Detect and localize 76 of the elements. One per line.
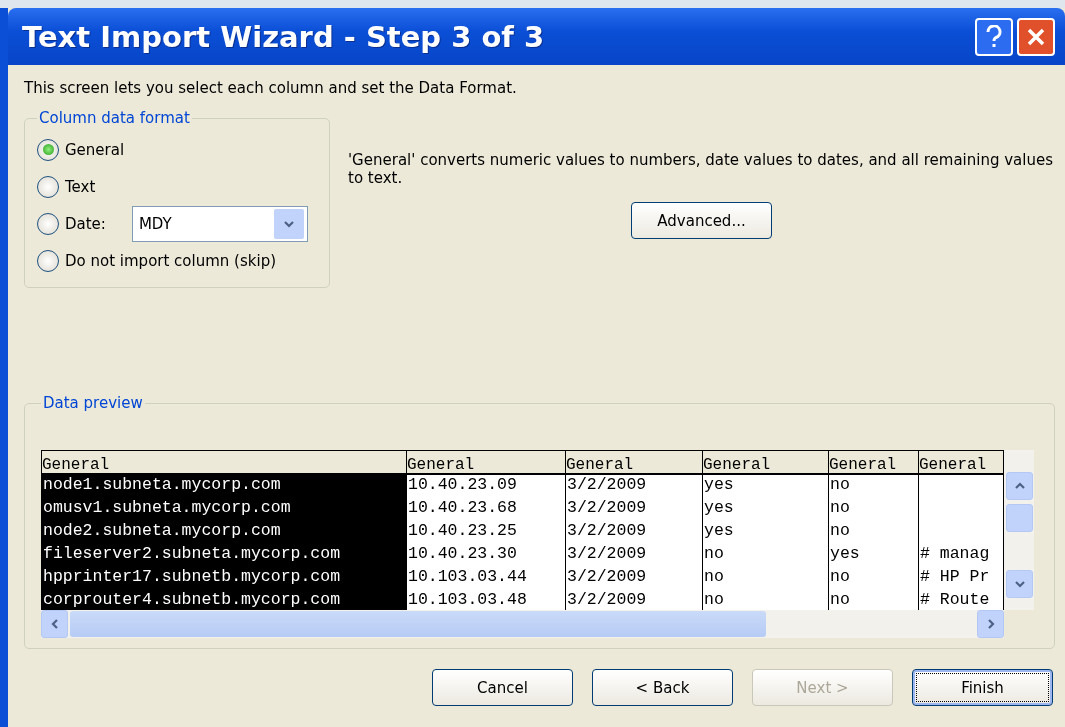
table-cell-text: 3/2/2009	[566, 475, 648, 496]
radio-button[interactable]	[37, 138, 59, 161]
preview-column[interactable]: General node1.subneta.mycorp.com omusv1.subneta.mycorp.com node2.subneta.mycorp.com fileserver2.subneta.mycorp.com hpprinter17.subnetb.mycorp.com corprouter4.subnetb.mycorp.com	[42, 451, 407, 610]
table-cell-text: no	[829, 567, 851, 588]
question-mark-icon	[985, 24, 1003, 49]
table-cell-text: no	[829, 475, 851, 496]
table-cell-text: node1.subneta.mycorp.com	[42, 475, 282, 496]
table-cell-text: # Route	[919, 590, 991, 610]
radio-label[interactable]: Text	[65, 177, 96, 196]
column-header[interactable]: General	[407, 451, 565, 475]
table-cell-text: no	[829, 521, 851, 542]
vertical-scrollbar[interactable]	[1004, 450, 1034, 610]
table-cell-text: no	[703, 544, 725, 565]
radio-label[interactable]: Do not import column (skip)	[65, 251, 276, 270]
column-header[interactable]: General	[566, 451, 702, 475]
table-cell-text: yes	[829, 544, 861, 565]
scroll-right-button[interactable]	[977, 610, 1004, 638]
date-format-dropdown[interactable]: MDY	[131, 205, 308, 242]
table-cell-text: yes	[703, 521, 735, 542]
wizard-button[interactable]: Cancel	[432, 669, 573, 706]
column-header[interactable]: General	[919, 451, 1003, 475]
column-header[interactable]: General	[829, 451, 918, 475]
table-cell-text: 10.40.23.30	[407, 544, 518, 565]
table-cell-text: 10.103.03.48	[407, 590, 528, 610]
preview-column[interactable]: General yes yes yes no no no	[703, 451, 829, 610]
table-cell-text: 3/2/2009	[566, 590, 648, 610]
table-cell-text: 3/2/2009	[566, 567, 648, 588]
scroll-down-button[interactable]	[1006, 570, 1033, 598]
table-cell-text: yes	[703, 498, 735, 519]
scroll-thumb[interactable]	[70, 611, 766, 637]
table-cell-text: 3/2/2009	[566, 544, 648, 565]
window-title: Text Import Wizard - Step 3 of 3	[22, 19, 546, 54]
chevron-down-icon	[1013, 578, 1026, 590]
table-cell-text: no	[829, 590, 851, 610]
close-button[interactable]	[1017, 17, 1055, 56]
wizard-button[interactable]: < Back	[592, 669, 733, 706]
preview-column[interactable]: General no no no yes no no	[829, 451, 919, 610]
help-button[interactable]	[975, 17, 1013, 56]
horizontal-scrollbar[interactable]	[41, 610, 1004, 638]
advanced-button[interactable]: Advanced...	[631, 202, 772, 239]
column-header[interactable]: General	[703, 451, 828, 475]
description-text: 'General' converts numeric values to numbers, date values to dates, and all remaining values to text.	[348, 151, 1054, 187]
radio-button[interactable]	[37, 175, 59, 198]
scroll-left-button[interactable]	[41, 610, 68, 638]
preview-column[interactable]: General 3/2/2009 3/2/2009 3/2/2009 3/2/2009 3/2/2009 3/2/2009	[566, 451, 703, 610]
radio-button[interactable]	[37, 212, 59, 235]
table-cell-text: hpprinter17.subnetb.mycorp.com	[42, 567, 342, 588]
table-cell-text: no	[703, 567, 725, 588]
table-cell-text: 3/2/2009	[566, 521, 648, 542]
table-cell-text: no	[703, 590, 725, 610]
column-header[interactable]: General	[42, 451, 406, 475]
radio-button[interactable]	[37, 249, 59, 272]
wizard-button[interactable]: Finish	[912, 669, 1053, 706]
dropdown-value: MDY	[138, 214, 172, 233]
scroll-thumb[interactable]	[1006, 504, 1033, 532]
radio-label[interactable]: General	[65, 140, 125, 159]
group-legend: Data preview	[41, 394, 145, 412]
table-cell-text: 10.40.23.09	[407, 475, 518, 496]
table-cell-text: # HP Pr	[919, 567, 991, 588]
preview-column[interactable]: General 10.40.23.09 10.40.23.68 10.40.23.25 10.40.23.30 10.103.03.44 10.103.03.48	[407, 451, 566, 610]
table-cell-text: no	[829, 498, 851, 519]
intro-text: This screen lets you select each column and set the Data Format.	[24, 79, 518, 97]
scroll-up-button[interactable]	[1006, 472, 1033, 500]
table-cell-text: fileserver2.subneta.mycorp.com	[42, 544, 342, 565]
table-cell-text: corprouter4.subnetb.mycorp.com	[42, 590, 342, 610]
table-cell-text: 10.40.23.68	[407, 498, 518, 519]
close-icon	[1026, 26, 1046, 47]
table-cell-text: 10.103.03.44	[407, 567, 528, 588]
radio-label[interactable]: Date:	[65, 214, 106, 233]
table-cell-text: omusv1.subneta.mycorp.com	[42, 498, 292, 519]
table-cell-text: yes	[703, 475, 735, 496]
table-cell-text: node2.subneta.mycorp.com	[42, 521, 282, 542]
table-cell-text: 3/2/2009	[566, 498, 648, 519]
group-legend: Column data format	[37, 109, 192, 127]
table-cell-text: # manag	[919, 544, 991, 565]
table-cell-text: 10.40.23.25	[407, 521, 518, 542]
